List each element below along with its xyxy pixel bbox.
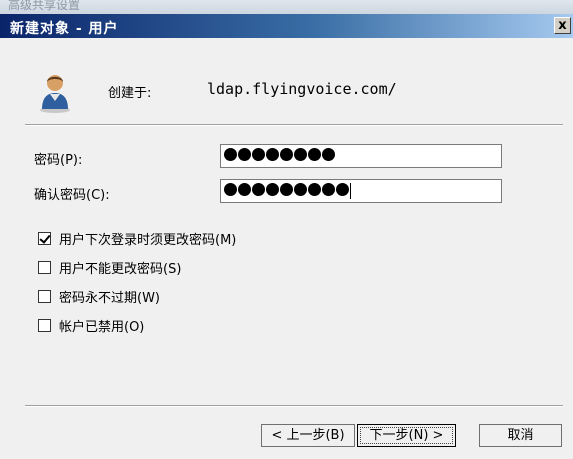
password-dot: [294, 148, 307, 161]
checkbox[interactable]: [38, 232, 51, 245]
password-dot: [280, 183, 293, 196]
separator-bottom: [25, 405, 563, 407]
checkbox[interactable]: [38, 319, 51, 332]
created-in-label: 创建于:: [108, 86, 152, 101]
background-window-title: 高级共享设置: [8, 0, 81, 12]
password-dot: [238, 183, 251, 196]
password-mask: [224, 148, 335, 161]
password-dot: [322, 148, 335, 161]
separator-top: [25, 124, 563, 126]
password-dot: [308, 148, 321, 161]
next-button[interactable]: 下一步(N) >: [357, 424, 456, 447]
password-dot: [308, 183, 321, 196]
option-must-change-password[interactable]: 用户下次登录时须更改密码(M): [38, 229, 236, 248]
close-icon: x: [558, 18, 567, 33]
option-cannot-change-password[interactable]: 用户不能更改密码(S): [38, 258, 181, 277]
cancel-button[interactable]: 取消: [479, 424, 562, 447]
password-dot: [238, 148, 251, 161]
password-field[interactable]: [220, 144, 502, 168]
option-label: 用户不能更改密码(S): [59, 262, 182, 277]
option-label: 用户下次登录时须更改密码(M): [59, 233, 237, 248]
option-account-disabled[interactable]: 帐户已禁用(O): [38, 316, 144, 335]
confirm-password-label: 确认密码(C):: [34, 188, 110, 203]
password-label: 密码(P):: [34, 153, 83, 168]
option-label: 密码永不过期(W): [59, 291, 160, 306]
created-in-value: ldap.flyingvoice.com/: [207, 80, 397, 98]
password-dot: [252, 148, 265, 161]
password-dot: [252, 183, 265, 196]
password-dot: [294, 183, 307, 196]
title-bar[interactable]: 新建对象 - 用户 x: [0, 14, 573, 38]
password-dot: [280, 148, 293, 161]
text-caret: [350, 183, 351, 199]
background-window-strip: 高级共享设置: [0, 0, 573, 14]
password-dot: [224, 183, 237, 196]
close-button[interactable]: x: [554, 17, 571, 34]
window-title: 新建对象 - 用户: [10, 21, 119, 37]
next-button-label: 下一步(N) >: [369, 428, 444, 443]
user-icon: [40, 75, 70, 113]
checkbox[interactable]: [38, 290, 51, 303]
option-label: 帐户已禁用(O): [59, 320, 145, 335]
back-button[interactable]: < 上一步(B): [261, 424, 355, 447]
password-dot: [266, 148, 279, 161]
confirm-password-mask: [224, 183, 349, 196]
checkbox[interactable]: [38, 261, 51, 274]
confirm-password-field[interactable]: [220, 179, 502, 203]
password-dot: [266, 183, 279, 196]
password-dot: [336, 183, 349, 196]
option-password-never-expires[interactable]: 密码永不过期(W): [38, 287, 160, 306]
password-dot: [224, 148, 237, 161]
password-dot: [322, 183, 335, 196]
